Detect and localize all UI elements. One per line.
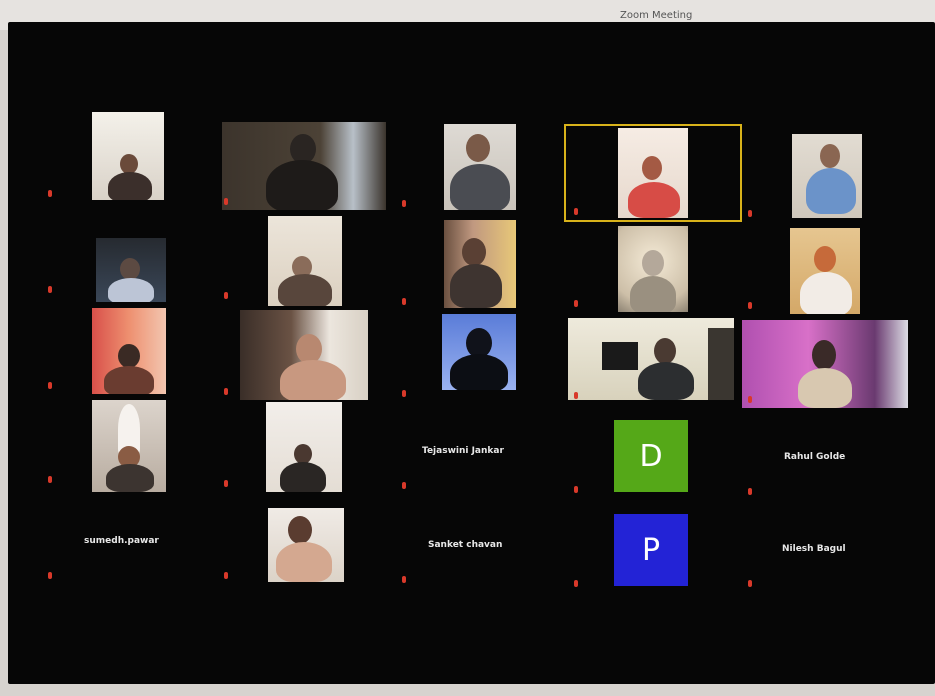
mic-muted-icon: [574, 207, 578, 215]
mic-muted-icon: [402, 297, 406, 305]
letter-avatar-icon: D: [614, 420, 688, 492]
mic-muted-icon: [574, 485, 578, 493]
mic-muted-icon: [48, 189, 52, 197]
mic-muted-icon: [402, 389, 406, 397]
participant-video: [790, 228, 860, 314]
participant-nametag: [224, 478, 231, 488]
mic-muted-icon: [48, 571, 52, 579]
participant-nametag: [574, 390, 581, 400]
mic-muted-icon: [224, 571, 228, 579]
participant-nametag: [402, 388, 409, 398]
participant-video: [268, 508, 344, 582]
participant-video: [444, 124, 516, 210]
mic-muted-icon: [224, 291, 228, 299]
participant-nametag: [574, 298, 581, 308]
mic-muted-icon: [574, 391, 578, 399]
participant-video: [240, 310, 368, 400]
window-title: Zoom Meeting: [620, 10, 693, 21]
participant-display-name: Nilesh Bagul: [782, 544, 846, 554]
mic-muted-icon: [224, 197, 228, 205]
mic-muted-icon: [748, 487, 752, 495]
participant-nametag: [748, 300, 755, 310]
mic-muted-icon: [224, 479, 228, 487]
participant-nametag: [402, 296, 409, 306]
participant-video: [444, 220, 516, 308]
participant-nametag: [748, 486, 752, 496]
mic-muted-icon: [48, 285, 52, 293]
mic-muted-icon: [748, 301, 752, 309]
participant-nametag: [224, 570, 231, 580]
participant-nametag: [224, 196, 231, 206]
participant-video: [92, 400, 166, 492]
participant-display-name: Tejaswini Jankar: [422, 446, 504, 456]
participant-video: [618, 226, 688, 312]
participant-nametag: [748, 394, 755, 404]
mic-muted-icon: [48, 475, 52, 483]
participant-nametag: [402, 574, 406, 584]
mic-muted-icon: [224, 387, 228, 395]
participant-nametag: [574, 206, 581, 216]
participant-nametag: [574, 484, 581, 494]
mic-muted-icon: [748, 209, 752, 217]
participant-nametag: [574, 578, 581, 588]
participant-nametag: [402, 198, 409, 208]
participant-video: [222, 122, 386, 210]
participant-nametag: [224, 290, 231, 300]
participant-nametag: [48, 188, 55, 198]
mic-muted-icon: [402, 575, 406, 583]
participant-video-active-speaker: [564, 124, 742, 222]
mic-muted-icon: [748, 579, 752, 587]
participant-nametag: [48, 570, 52, 580]
gallery-view: Tejaswini Jankar D Rahul Golde sumedh.pa…: [8, 22, 935, 684]
participant-display-name: Rahul Golde: [784, 452, 846, 462]
participant-nametag: [48, 284, 55, 294]
letter-avatar-icon: P: [614, 514, 688, 586]
participant-nametag: [48, 474, 55, 484]
participant-nametag: [748, 208, 755, 218]
participant-display-name: sumedh.pawar: [84, 536, 159, 546]
mic-muted-icon: [402, 481, 406, 489]
participant-video: [268, 216, 342, 306]
participant-video: [92, 112, 164, 200]
participant-video: [568, 318, 734, 400]
mic-muted-icon: [574, 299, 578, 307]
mic-muted-icon: [48, 381, 52, 389]
participant-video: [96, 238, 166, 302]
participant-nametag: [748, 578, 752, 588]
participant-video: [442, 314, 516, 390]
participant-nametag: [402, 480, 406, 490]
participant-nametag: [224, 386, 231, 396]
mic-muted-icon: [748, 395, 752, 403]
participant-video: [792, 134, 862, 218]
participant-nametag: [48, 380, 55, 390]
participant-video: [742, 320, 908, 408]
participant-video: [92, 308, 166, 394]
mic-muted-icon: [402, 199, 406, 207]
participant-video: [266, 402, 342, 492]
participant-display-name: Sanket chavan: [428, 540, 503, 550]
mic-muted-icon: [574, 579, 578, 587]
